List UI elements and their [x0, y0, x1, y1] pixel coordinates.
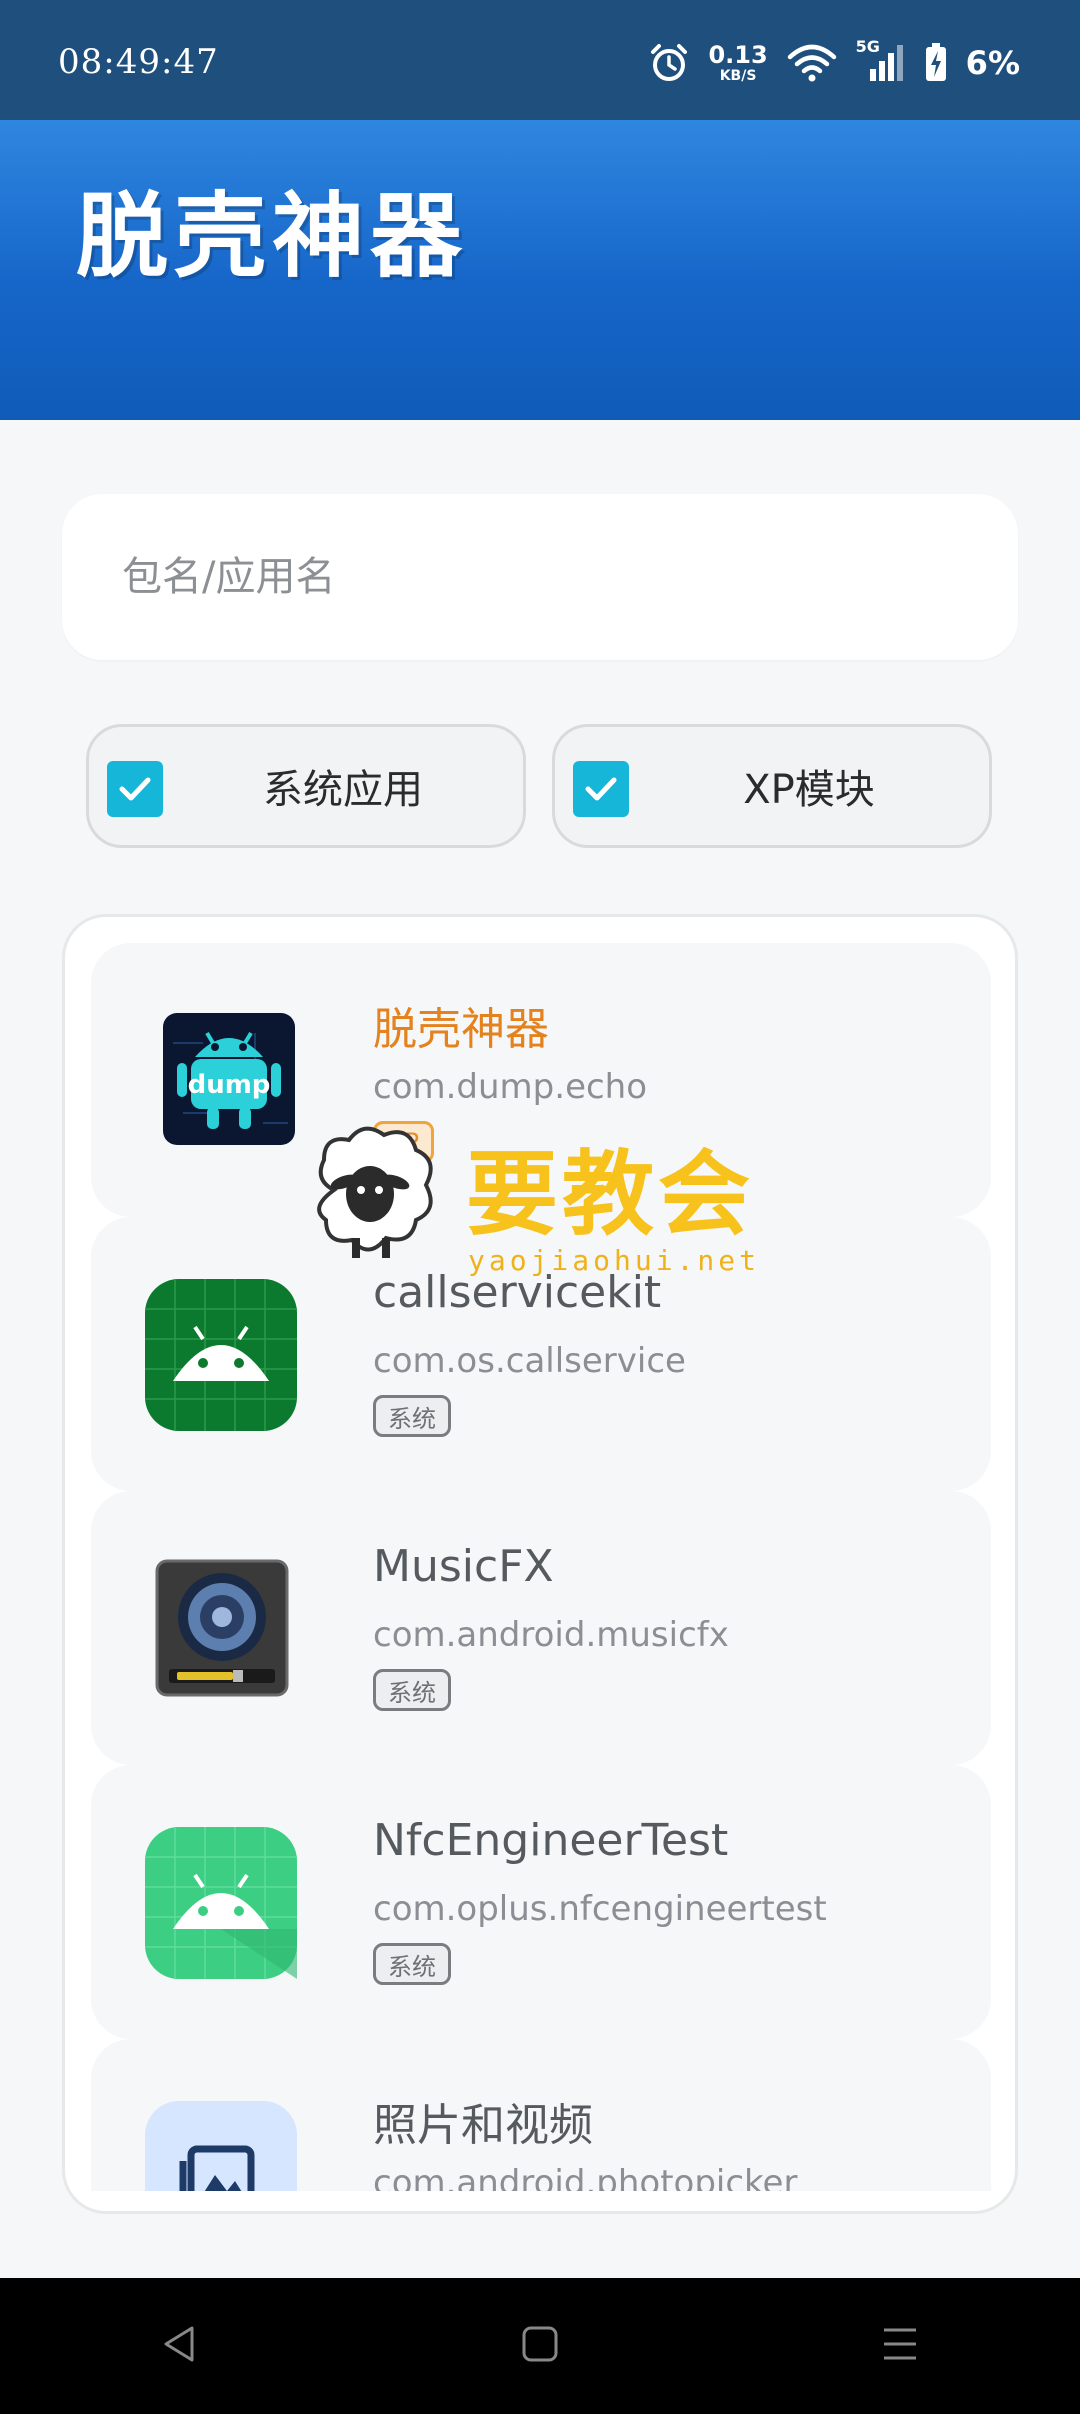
alarm-clock-icon	[648, 42, 690, 84]
app-name: 照片和视频	[373, 2100, 593, 2151]
app-package: com.android.musicfx	[373, 1615, 729, 1655]
dump-icon-text: dump	[188, 1070, 271, 1100]
watermark-text: 要教会	[466, 1140, 755, 1248]
speaker-icon	[155, 1559, 289, 1701]
android-light-green-icon	[145, 1827, 297, 1983]
android-green-icon	[145, 1279, 297, 1435]
app-package: com.android.photopicker	[373, 2163, 798, 2191]
app-list-scroll[interactable]: dump 脱壳神器 com.dump.echo XP	[65, 917, 1015, 2191]
app-header: 脱壳神器	[0, 120, 1080, 420]
net-speed-value: 0.13	[708, 41, 768, 69]
system-apps-filter[interactable]: 系统应用	[86, 724, 526, 848]
back-icon[interactable]	[156, 2320, 204, 2372]
search-input[interactable]	[122, 554, 1018, 600]
app-list-item-musicfx[interactable]: MusicFX com.android.musicfx 系统	[91, 1491, 991, 1765]
system-apps-label: 系统应用	[263, 767, 423, 813]
status-icons: 0.13 KB/S 5G 6%	[648, 36, 1020, 90]
wifi-icon	[786, 43, 838, 83]
battery-percent: 6%	[965, 44, 1020, 82]
checkmark-icon	[119, 777, 151, 801]
app-package: com.dump.echo	[373, 1067, 648, 1107]
network-speed: 0.13 KB/S	[708, 43, 767, 83]
system-tag: 系统	[373, 1395, 451, 1437]
app-package: com.oplus.nfcengineertest	[373, 1889, 827, 1929]
navigation-bar	[0, 2278, 1080, 2414]
app-name: 脱壳神器	[373, 1004, 549, 1055]
app-package: com.os.callservice	[373, 1341, 686, 1381]
status-time: 08:49:47	[58, 42, 219, 82]
app-name: NfcEngineerTest	[373, 1815, 729, 1866]
xp-modules-filter[interactable]: XP模块	[552, 724, 992, 848]
dump-app-icon: dump	[163, 1013, 295, 1149]
signal-type-label: 5G	[855, 37, 880, 56]
system-apps-checkbox[interactable]	[107, 761, 163, 817]
net-speed-unit: KB/S	[719, 68, 757, 84]
system-tag: 系统	[373, 1669, 451, 1711]
checkmark-icon	[585, 777, 617, 801]
search-box[interactable]	[62, 494, 1018, 660]
xp-modules-label: XP模块	[743, 767, 875, 813]
page-title: 脱壳神器	[76, 182, 469, 290]
sheep-logo-icon	[317, 1126, 433, 1258]
menu-icon[interactable]	[876, 2320, 924, 2372]
home-icon[interactable]	[516, 2320, 564, 2372]
app-list[interactable]: dump 脱壳神器 com.dump.echo XP	[62, 914, 1018, 2214]
watermark: 要教会 yaojiaohui.net	[304, 1120, 774, 1277]
xp-modules-checkbox[interactable]	[573, 761, 629, 817]
battery-charging-icon	[924, 43, 948, 83]
status-bar: 08:49:47 0.13 KB/S 5G 6%	[0, 0, 1080, 120]
watermark-url: yaojiaohui.net	[468, 1244, 761, 1277]
app-list-item-photopicker[interactable]: 照片和视频 com.android.photopicker 系统	[91, 2039, 991, 2191]
photo-picker-icon	[145, 2101, 297, 2191]
app-name: MusicFX	[373, 1541, 554, 1592]
cellular-signal-icon: 5G	[856, 37, 906, 83]
system-tag: 系统	[373, 1943, 451, 1985]
app-list-item-nfcengineertest[interactable]: NfcEngineerTest com.oplus.nfcengineertes…	[91, 1765, 991, 2039]
